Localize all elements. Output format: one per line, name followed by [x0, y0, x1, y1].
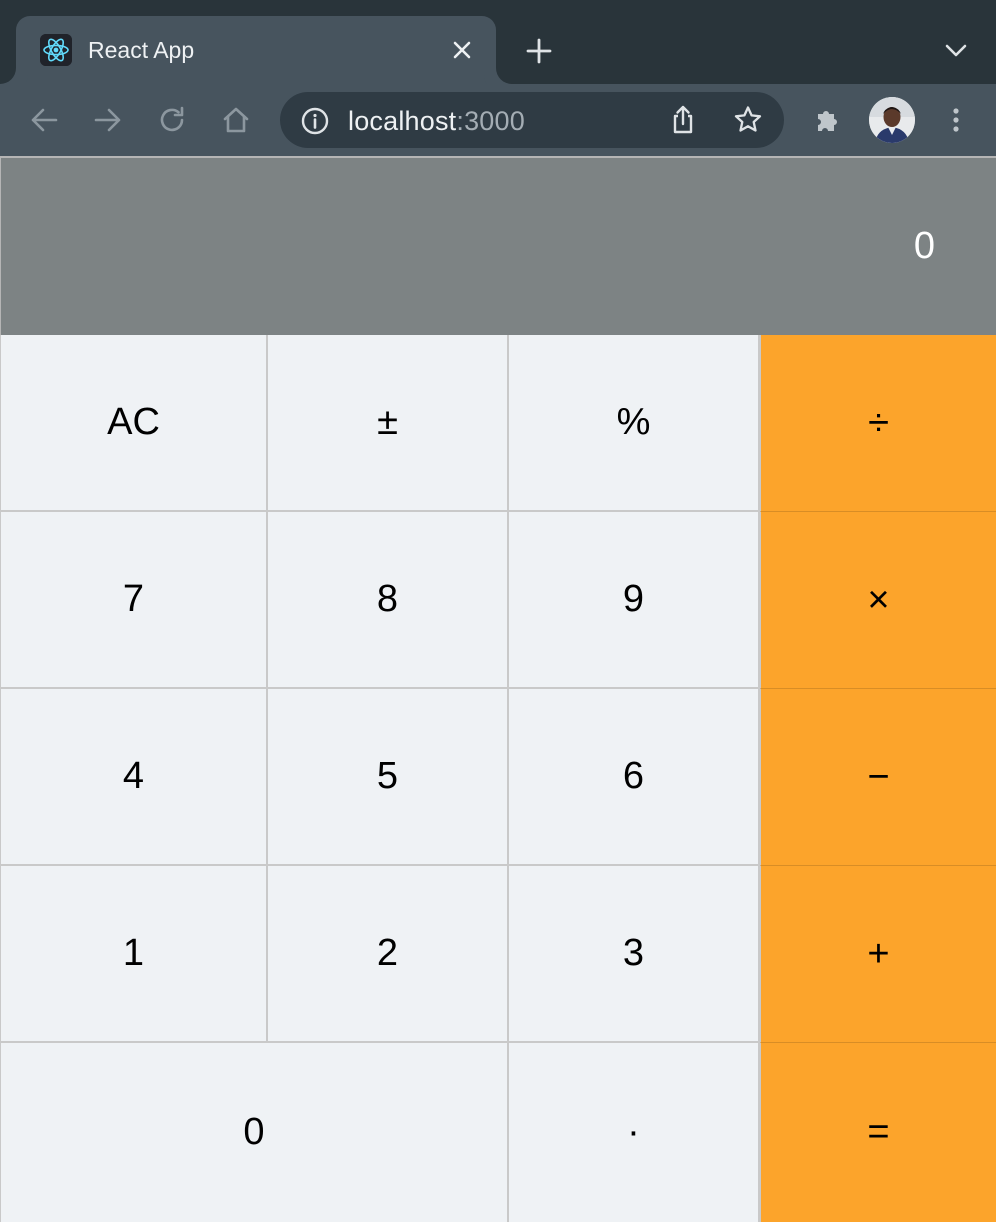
- digit-9-label: 9: [622, 578, 645, 620]
- decimal-label: ·: [627, 1111, 640, 1153]
- digit-8-label: 8: [376, 578, 399, 620]
- back-arrow-icon[interactable]: [28, 104, 60, 136]
- digit-7-button[interactable]: 7: [0, 512, 268, 689]
- subtract-label: −: [867, 755, 890, 798]
- digit-1-label: 1: [122, 932, 145, 974]
- star-icon[interactable]: [732, 104, 764, 136]
- more-vert-icon[interactable]: [940, 104, 972, 136]
- equals-label: =: [867, 1111, 890, 1153]
- url-text: localhost:3000: [348, 106, 525, 136]
- decimal-button[interactable]: ·: [509, 1043, 760, 1222]
- digit-0-button[interactable]: 0: [0, 1043, 509, 1222]
- react-logo-icon: [40, 34, 72, 66]
- clear-button[interactable]: AC: [0, 335, 268, 512]
- tab-title: React App: [88, 37, 195, 63]
- digit-9-button[interactable]: 9: [509, 512, 760, 689]
- home-icon[interactable]: [220, 104, 252, 136]
- digit-3-button[interactable]: 3: [509, 866, 760, 1043]
- digit-2-label: 2: [376, 932, 399, 974]
- digit-6-label: 6: [622, 755, 645, 797]
- avatar[interactable]: [869, 97, 915, 143]
- plus-icon[interactable]: [524, 36, 554, 66]
- sign-label: ±: [377, 401, 398, 443]
- display-value: 0: [913, 225, 935, 267]
- browser-tab[interactable]: React App: [16, 16, 496, 84]
- digit-3-label: 3: [622, 932, 645, 974]
- add-label: +: [867, 932, 890, 975]
- equals-button[interactable]: =: [760, 1043, 996, 1222]
- url-port: :3000: [456, 106, 525, 136]
- digit-5-button[interactable]: 5: [268, 689, 509, 866]
- add-button[interactable]: +: [760, 866, 996, 1043]
- divide-button[interactable]: ÷: [760, 335, 996, 512]
- percent-label: %: [616, 401, 651, 443]
- clear-label: AC: [107, 401, 160, 443]
- share-icon[interactable]: [668, 104, 698, 136]
- puzzle-icon[interactable]: [812, 104, 844, 136]
- tab-strip: React App: [0, 0, 996, 84]
- digit-8-button[interactable]: 8: [268, 512, 509, 689]
- digit-5-label: 5: [376, 755, 399, 797]
- digit-4-label: 4: [122, 755, 145, 797]
- calculator-display: 0: [0, 158, 996, 335]
- subtract-button[interactable]: −: [760, 689, 996, 866]
- digit-0-label: 0: [243, 1111, 265, 1153]
- digit-2-button[interactable]: 2: [268, 866, 509, 1043]
- reload-icon[interactable]: [156, 104, 188, 136]
- close-icon[interactable]: [448, 36, 476, 64]
- multiply-label: ×: [867, 578, 890, 621]
- address-bar[interactable]: localhost:3000: [280, 92, 784, 148]
- browser-toolbar: localhost:3000: [0, 84, 996, 156]
- digit-4-button[interactable]: 4: [0, 689, 268, 866]
- chevron-down-icon[interactable]: [942, 38, 970, 62]
- divide-label: ÷: [868, 401, 889, 444]
- percent-button[interactable]: %: [509, 335, 760, 512]
- digit-1-button[interactable]: 1: [0, 866, 268, 1043]
- sign-toggle-button[interactable]: ±: [268, 335, 509, 512]
- forward-arrow-icon[interactable]: [92, 104, 124, 136]
- digit-6-button[interactable]: 6: [509, 689, 760, 866]
- url-host: localhost: [348, 106, 457, 136]
- info-icon[interactable]: [300, 106, 330, 136]
- digit-7-label: 7: [122, 578, 145, 620]
- multiply-button[interactable]: ×: [760, 512, 996, 689]
- calculator-keypad: AC ± % ÷ 7 8 9 × 4 5 6 − 1 2 3 + 0 · =: [0, 335, 996, 1222]
